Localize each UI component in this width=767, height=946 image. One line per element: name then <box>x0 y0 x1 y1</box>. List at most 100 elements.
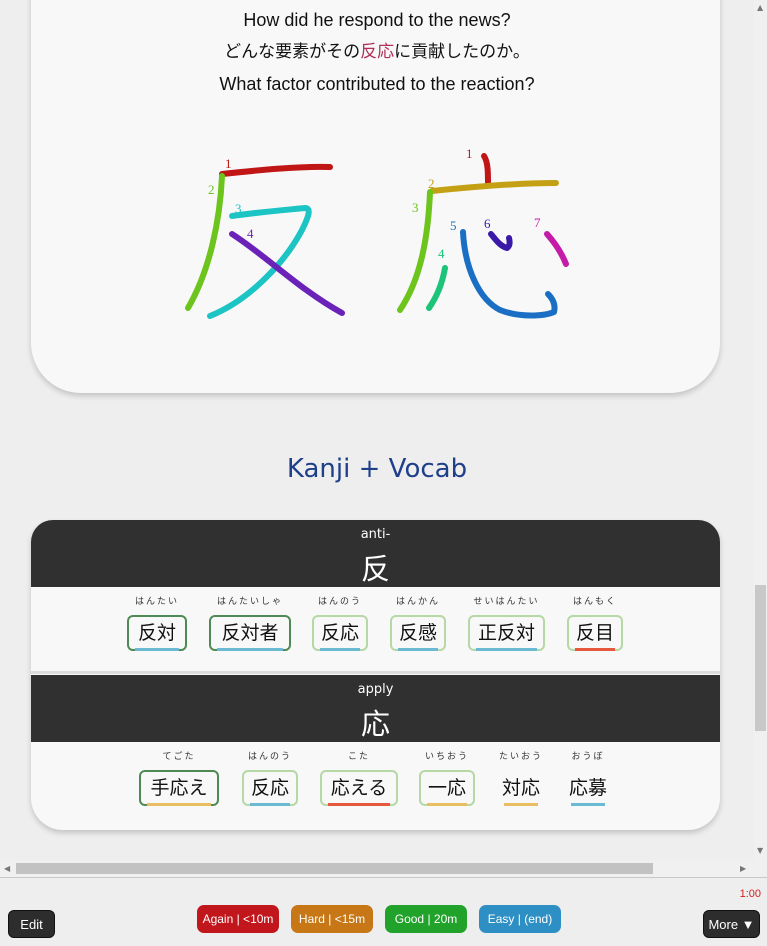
vocab-chip[interactable]: はんたいしゃ 反対者 <box>209 597 291 651</box>
furigana: おうぼ <box>571 752 605 762</box>
furigana: いちおう <box>424 752 469 762</box>
vocab-word: 反対 <box>137 622 176 644</box>
stroke-4 <box>426 265 448 311</box>
stroke-number: 4 <box>438 246 445 261</box>
vocab-underline <box>575 648 615 651</box>
vocab-underline <box>250 803 290 806</box>
furigana: はんもく <box>572 597 617 607</box>
vocab-underline <box>476 648 537 651</box>
vocab-chip[interactable]: おうぼ 応募 <box>563 752 613 806</box>
stroke-1 <box>219 163 333 177</box>
stroke-4 <box>229 231 345 316</box>
scroll-down-icon[interactable]: ▼ <box>757 847 763 855</box>
stroke-6 <box>488 231 513 251</box>
stroke-number: 3 <box>235 201 242 216</box>
kanji-header-2: apply 応 <box>31 675 720 742</box>
stroke-number: 7 <box>534 215 541 230</box>
jp-sentence-after: に貢献したのか。 <box>394 42 530 62</box>
furigana: はんたいしゃ <box>216 597 283 607</box>
stroke-numbers: 1 2 3 4 1 2 3 4 5 6 7 <box>208 146 541 261</box>
block-separator <box>31 671 720 674</box>
furigana: たいおう <box>498 752 543 762</box>
vocab-underline <box>398 648 438 651</box>
stroke-number: 5 <box>450 218 457 233</box>
vocab-chip[interactable]: はんかん 反感 <box>390 597 446 651</box>
stroke-2 <box>185 173 225 311</box>
furigana: こた <box>347 752 370 762</box>
good-button[interactable]: Good | 20m <box>385 905 467 933</box>
vocab-chip[interactable]: いちおう 一応 <box>419 752 475 806</box>
stroke-order-kanji-2 <box>397 153 569 319</box>
section-title: Kanji + Vocab <box>286 454 468 484</box>
kanji-meaning: anti- <box>360 527 391 542</box>
vocab-underline <box>571 803 605 806</box>
vocab-chip[interactable]: てごた 手応え <box>139 752 219 806</box>
vocab-word: 手応え <box>150 777 208 799</box>
vocab-word: 応える <box>330 777 388 799</box>
furigana: てごた <box>162 752 196 762</box>
vocab-chip[interactable]: こた 応える <box>320 752 398 806</box>
vocab-underline <box>320 648 360 651</box>
vocab-chip[interactable]: はんもく 反目 <box>567 597 623 651</box>
stroke-7 <box>544 231 569 267</box>
furigana: せいはんたい <box>473 597 540 607</box>
vocab-word: 応募 <box>568 777 607 799</box>
vocab-chip[interactable]: はんたい 反対 <box>127 597 187 651</box>
vocab-word: 反感 <box>398 622 437 644</box>
stroke-number: 6 <box>484 216 491 231</box>
kanji-vocab-card: anti- 反 はんたい 反対 はんたいしゃ 反対者 はんのう 反応 はんかん … <box>31 520 720 830</box>
vocab-word: 正反対 <box>477 622 535 644</box>
stroke-2 <box>429 180 559 194</box>
furigana: はんのう <box>247 752 292 762</box>
vocab-underline <box>328 803 390 806</box>
more-button[interactable]: More ▼ <box>703 910 760 938</box>
scroll-up-icon[interactable]: ▲ <box>757 4 763 12</box>
english-translation: What factor contributed to the reaction? <box>219 74 535 94</box>
hard-button[interactable]: Hard | <15m <box>291 905 373 933</box>
vocab-underline <box>147 803 211 806</box>
scroll-right-icon[interactable]: ▶ <box>740 865 746 873</box>
jp-sentence-before: どんな要素がその <box>224 42 361 62</box>
vocab-chip[interactable]: はんのう 反応 <box>312 597 368 651</box>
furigana: はんかん <box>395 597 440 607</box>
again-button[interactable]: Again | <10m <box>197 905 279 933</box>
vocab-word: 反応 <box>320 622 359 644</box>
stroke-number: 2 <box>428 176 435 191</box>
review-timer: 1:00 <box>739 888 761 900</box>
japanese-sentence: どんな要素がその反応に貢献したのか。 <box>0 41 754 63</box>
vocab-underline <box>504 803 538 806</box>
edit-button[interactable]: Edit <box>8 910 55 938</box>
answer-bar: 1:00 Edit Again | <10m Hard | <15m Good … <box>0 877 767 946</box>
stroke-1 <box>481 153 491 187</box>
english-question: How did he respond to the news? <box>243 10 511 30</box>
vocab-chip[interactable]: はんのう 反応 <box>242 752 298 806</box>
vocab-underline <box>427 803 467 806</box>
stroke-order-diagram: 1 2 3 4 1 2 3 4 5 6 7 <box>185 146 569 319</box>
stroke-number: 1 <box>225 156 232 171</box>
stroke-number: 2 <box>208 182 215 197</box>
jp-sentence-highlight: 反応 <box>360 42 395 62</box>
easy-button[interactable]: Easy | (end) <box>479 905 561 933</box>
stroke-number: 4 <box>247 226 254 241</box>
vertical-scrollbar[interactable]: ▲ ▼ <box>754 0 767 860</box>
vocab-word: 反対者 <box>221 622 279 644</box>
horizontal-scrollbar[interactable]: ◀ ▶ <box>0 860 754 877</box>
vocab-chip[interactable]: たいおう 対応 <box>496 752 546 806</box>
kanji-character: 反 <box>360 552 390 586</box>
kanji-meaning: apply <box>357 682 394 697</box>
vocab-word: 反目 <box>575 622 614 644</box>
stroke-number: 3 <box>412 200 419 215</box>
vertical-scroll-thumb[interactable] <box>755 585 766 731</box>
vocab-underline <box>217 648 283 651</box>
vocab-underline <box>135 648 179 651</box>
furigana: はんたい <box>134 597 179 607</box>
horizontal-scroll-thumb[interactable] <box>16 863 653 874</box>
furigana: はんのう <box>317 597 362 607</box>
vocab-word: 対応 <box>501 777 540 799</box>
kanji-header-1: anti- 反 <box>31 520 720 587</box>
scrollbar-corner <box>754 860 767 877</box>
stroke-3 <box>207 205 312 319</box>
vocab-chip[interactable]: せいはんたい 正反対 <box>468 597 545 651</box>
kanji-character: 応 <box>360 707 390 741</box>
scroll-left-icon[interactable]: ◀ <box>4 865 10 873</box>
